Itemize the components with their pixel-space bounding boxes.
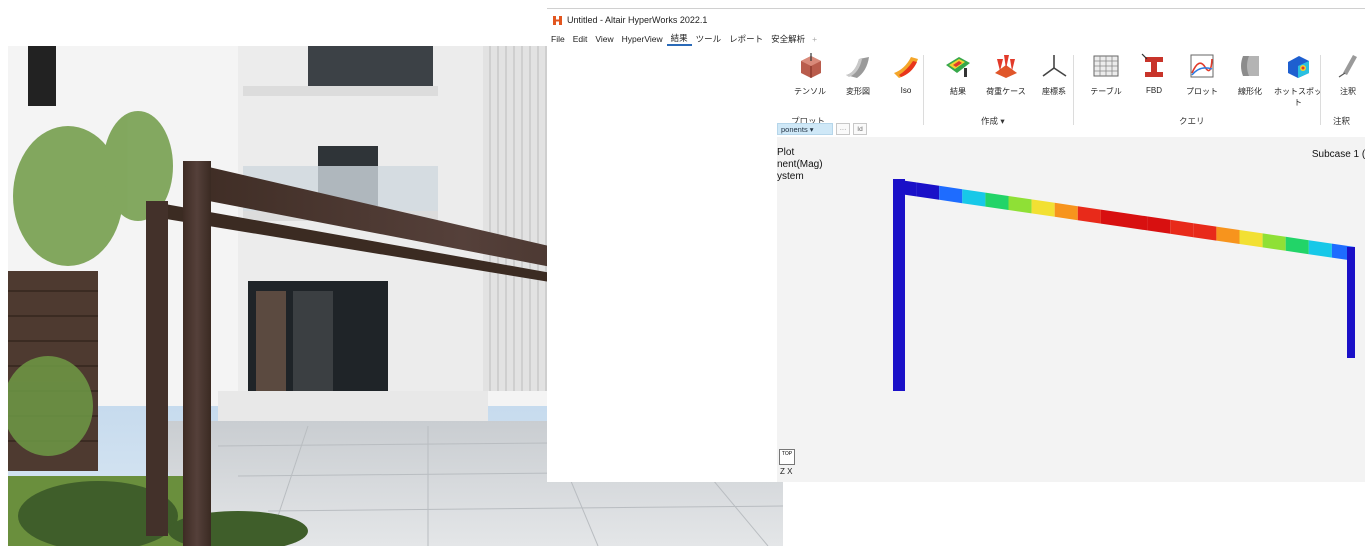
tool-table[interactable]: テーブル (1081, 51, 1131, 97)
title-bar: Untitled - Altair HyperWorks 2022.1 (547, 9, 1365, 31)
tool-fbd[interactable]: FBD (1129, 51, 1179, 95)
beam-segment (1054, 202, 1078, 221)
components-dropdown[interactable]: ponents ▾ (777, 122, 833, 135)
menu-tools[interactable]: ツール (692, 32, 726, 46)
beam-segment (1100, 209, 1124, 227)
beam-segment (1262, 233, 1286, 251)
ribbon: テンソル 変形図 Iso プロット 結果 荷重ケース 座標系 作成 ▾ テーブル… (783, 49, 1365, 129)
beam-segment (1193, 223, 1217, 241)
tool-label: 結果 (950, 87, 966, 96)
beam-segment (1216, 226, 1240, 244)
group-separator (1073, 55, 1074, 125)
tool-loadcase[interactable]: 荷重ケース (981, 51, 1031, 97)
results-icon (946, 57, 970, 77)
add-ribbon-icon[interactable]: + (809, 32, 820, 46)
group-separator (923, 55, 924, 125)
tool-label: 座標系 (1042, 87, 1066, 96)
menu-report[interactable]: レポート (725, 32, 767, 46)
beam-segment (1031, 199, 1055, 217)
hotspot-icon (1288, 56, 1309, 78)
menu-hyperview[interactable]: HyperView (618, 32, 667, 46)
left-column (893, 179, 905, 391)
note-icon (1338, 55, 1357, 78)
more-options-button[interactable]: ··· (836, 122, 850, 135)
tool-label: 注釈 (1340, 87, 1356, 96)
beam-segment (1147, 216, 1171, 234)
beam-segment (1239, 230, 1263, 248)
window-title: Untitled - Altair HyperWorks 2022.1 (567, 15, 708, 25)
beam-segment (1285, 236, 1309, 255)
beam-segment (939, 185, 963, 204)
deform-icon (846, 57, 869, 78)
beam-segment (1170, 219, 1194, 238)
beam-segment (985, 192, 1009, 210)
component-bar: ponents ▾ ··· Id (777, 122, 867, 135)
tool-linearize[interactable]: 線形化 (1225, 51, 1275, 97)
tensor-icon (801, 53, 821, 78)
linearize-icon (1241, 56, 1259, 76)
tool-deform[interactable]: 変形図 (833, 51, 883, 97)
right-column (1347, 247, 1355, 358)
group-separator (1320, 55, 1321, 125)
tool-label: 荷重ケース (986, 87, 1026, 96)
tool-plot[interactable]: プロット (1177, 51, 1227, 97)
hyperworks-logo-icon (553, 15, 562, 25)
menu-bar: File Edit View HyperView 結果 ツール レポート 安全解… (547, 32, 1365, 46)
beam-segment (962, 189, 986, 207)
loadcase-icon (995, 55, 1017, 78)
menu-edit[interactable]: Edit (569, 32, 592, 46)
tool-note[interactable]: 注釈 (1323, 51, 1365, 97)
table-icon (1093, 55, 1119, 77)
beam-segment (1124, 213, 1148, 231)
tool-hotspot[interactable]: ホットスポット (1273, 51, 1323, 108)
beam-contour-segments (893, 179, 1355, 261)
graphics-viewport[interactable]: Plot nent(Mag) ystem Subcase 1 (lo TOP Z… (777, 137, 1365, 482)
fbd-icon (1141, 53, 1163, 77)
tool-label: テーブル (1090, 87, 1122, 96)
menu-file[interactable]: File (547, 32, 569, 46)
tool-label: テンソル (794, 87, 826, 96)
group-create-label: 作成 ▾ (981, 116, 1005, 126)
tool-tensor[interactable]: テンソル (785, 51, 835, 97)
menu-results[interactable]: 結果 (666, 32, 692, 46)
coordsys-icon (1042, 55, 1067, 77)
tool-label: Iso (900, 86, 912, 95)
tool-label: 線形化 (1238, 87, 1262, 96)
plot-icon (1190, 54, 1214, 78)
iso-icon (894, 57, 918, 78)
axis-triad: Z X (780, 467, 793, 476)
hyperworks-window: Untitled - Altair HyperWorks 2022.1 File… (547, 8, 1365, 482)
beam-segment (916, 182, 940, 200)
group-query-label: クエリ (1179, 116, 1205, 126)
tool-results[interactable]: 結果 (933, 51, 983, 97)
beam-segment (1308, 240, 1332, 258)
tool-coordsys[interactable]: 座標系 (1029, 51, 1079, 97)
menu-view[interactable]: View (591, 32, 617, 46)
tool-label: ホットスポット (1274, 87, 1322, 107)
beam-segment (1008, 196, 1032, 214)
group-annotate-label: 注釈 (1333, 116, 1351, 126)
tool-label: FBD (1146, 86, 1162, 95)
menu-safety[interactable]: 安全解析 (767, 32, 809, 46)
beam-segment (1077, 206, 1101, 224)
contour-frame-model (893, 179, 1355, 391)
tool-label: プロット (1186, 87, 1218, 96)
tool-label: 変形図 (846, 87, 870, 96)
id-toggle-button[interactable]: Id (853, 122, 867, 135)
view-cube[interactable]: TOP (779, 449, 795, 465)
